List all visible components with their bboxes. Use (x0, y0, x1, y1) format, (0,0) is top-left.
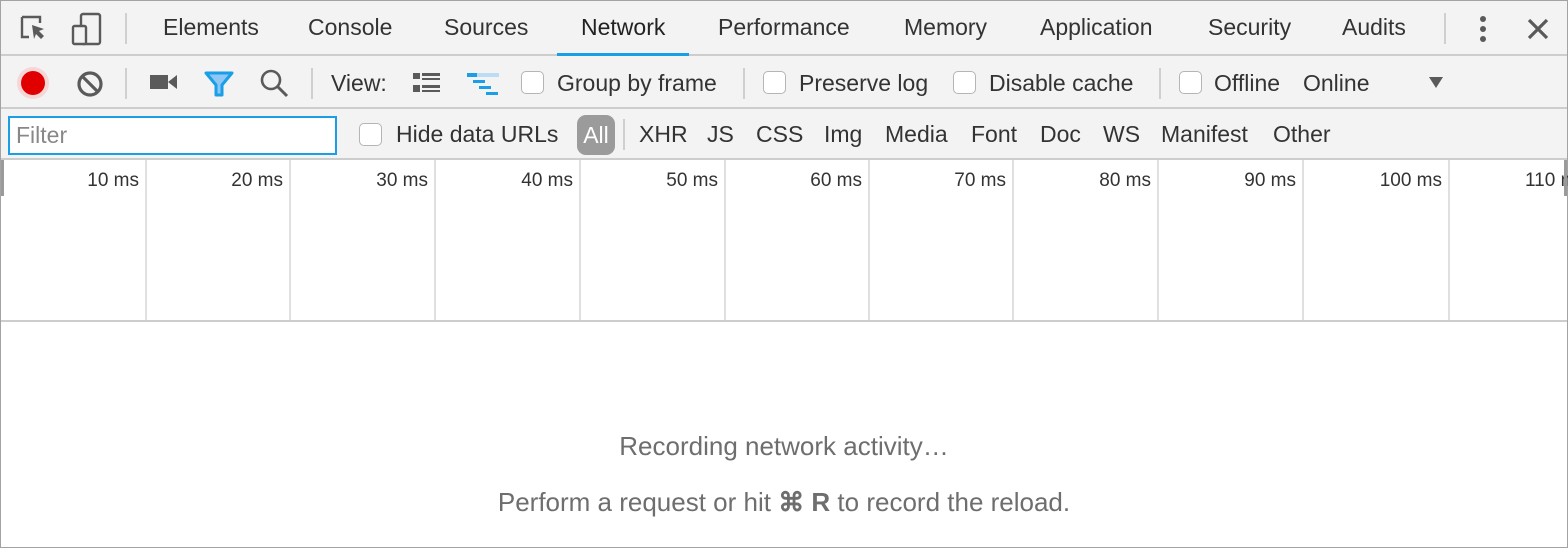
filter-type-font[interactable]: Font (971, 121, 1017, 148)
timeline-tick: 80 ms (1014, 160, 1159, 320)
tab-application[interactable]: Application (1040, 1, 1153, 54)
filter-type-manifest[interactable]: Manifest (1161, 121, 1248, 148)
hide-data-urls-checkbox[interactable] (359, 123, 382, 146)
timeline-tick: 50 ms (581, 160, 726, 320)
dropdown-arrow-icon[interactable] (1427, 75, 1445, 89)
filter-type-other[interactable]: Other (1273, 121, 1331, 148)
tab-console[interactable]: Console (308, 1, 392, 54)
tab-elements[interactable]: Elements (163, 1, 259, 54)
filter-type-ws[interactable]: WS (1103, 121, 1140, 148)
tab-network[interactable]: Network (556, 1, 690, 56)
overview-left-handle[interactable] (1, 160, 4, 196)
tab-sources[interactable]: Sources (444, 1, 528, 54)
filter-type-doc[interactable]: Doc (1040, 121, 1081, 148)
tab-memory[interactable]: Memory (904, 1, 987, 54)
preserve-log-checkbox[interactable] (763, 71, 786, 94)
filter-input[interactable] (8, 116, 337, 155)
timeline-tick-label: 110 ms (1525, 170, 1568, 191)
screenshot-camera-icon[interactable] (149, 72, 179, 92)
filter-type-img[interactable]: Img (824, 121, 862, 148)
group-by-frame-label[interactable]: Group by frame (557, 70, 717, 97)
reload-hint-prefix: Perform a request or hit (497, 487, 779, 517)
overview-right-handle[interactable] (1564, 160, 1567, 196)
timeline-overview[interactable]: 10 ms 20 ms 30 ms 40 ms 50 ms 60 ms 70 ms 80 ms… (1, 160, 1568, 322)
more-vertical-icon[interactable] (1473, 14, 1493, 44)
filter-type-xhr[interactable]: XHR (639, 121, 688, 148)
filter-type-js[interactable]: JS (707, 121, 734, 148)
device-toolbar-icon[interactable] (71, 12, 103, 46)
timeline-tick: 40 ms (436, 160, 581, 320)
timeline-tick: 70 ms (870, 160, 1014, 320)
record-icon[interactable] (15, 65, 51, 101)
divider (125, 13, 127, 44)
disable-cache-label[interactable]: Disable cache (989, 70, 1133, 97)
timeline-tick: 30 ms (291, 160, 436, 320)
clear-icon[interactable] (75, 69, 105, 99)
filter-funnel-icon[interactable] (203, 70, 235, 98)
filter-type-media[interactable]: Media (885, 121, 948, 148)
timeline-tick: 10 ms (1, 160, 147, 320)
filter-type-all[interactable]: All (577, 115, 615, 155)
view-label: View: (331, 70, 387, 96)
timeline-tick-label: 20 ms (231, 170, 283, 191)
hide-data-urls-label[interactable]: Hide data URLs (396, 121, 558, 148)
divider (125, 68, 127, 99)
preserve-log-label[interactable]: Preserve log (799, 70, 928, 97)
recording-message: Recording network activity… (619, 431, 949, 461)
divider (623, 119, 625, 150)
offline-label[interactable]: Offline (1214, 70, 1280, 97)
timeline-tick: 100 ms (1304, 160, 1450, 320)
timeline-tick-label: 60 ms (810, 170, 862, 191)
timeline-tick-label: 70 ms (954, 170, 1006, 191)
devtools-tab-bar: Elements Console Sources Network Perform… (1, 1, 1567, 56)
inspect-element-icon[interactable] (19, 14, 49, 44)
timeline-tick: 90 ms (1159, 160, 1304, 320)
reload-hint: Perform a request or hit ⌘ R to record t… (1, 487, 1567, 518)
timeline-tick-label: 40 ms (521, 170, 573, 191)
timeline-tick-label: 50 ms (666, 170, 718, 191)
timeline-tick-label: 30 ms (376, 170, 428, 191)
group-by-frame-checkbox[interactable] (521, 71, 544, 94)
timeline-tick-label: 10 ms (87, 170, 139, 191)
reload-shortcut: ⌘ R (778, 487, 831, 517)
divider (1159, 68, 1161, 99)
divider (743, 68, 745, 99)
timeline-tick-label: 90 ms (1244, 170, 1296, 191)
request-list-empty: Recording network activity… Perform a re… (1, 323, 1567, 547)
large-rows-list-icon[interactable] (412, 72, 442, 94)
search-icon[interactable] (259, 68, 289, 98)
filter-type-css[interactable]: CSS (756, 121, 803, 148)
waterfall-overview-icon[interactable] (466, 72, 500, 96)
close-icon[interactable] (1525, 16, 1551, 42)
timeline-tick-label: 100 ms (1379, 170, 1442, 191)
divider (1444, 13, 1446, 44)
tab-performance[interactable]: Performance (718, 1, 850, 54)
reload-hint-suffix: to record the reload. (830, 487, 1071, 517)
disable-cache-checkbox[interactable] (953, 71, 976, 94)
tab-audits[interactable]: Audits (1342, 1, 1406, 54)
network-toolbar: View: Group by frame Preserve log Disabl… (1, 56, 1567, 109)
tab-security[interactable]: Security (1208, 1, 1291, 54)
offline-checkbox[interactable] (1179, 71, 1202, 94)
divider (311, 68, 313, 99)
timeline-tick: 110 ms (1450, 160, 1568, 320)
timeline-tick-label: 80 ms (1099, 170, 1151, 191)
timeline-tick: 20 ms (147, 160, 291, 320)
filter-bar: Hide data URLs All XHR JS CSS Img Media … (1, 109, 1567, 160)
throttling-select[interactable]: Online (1303, 70, 1369, 97)
timeline-tick: 60 ms (726, 160, 870, 320)
